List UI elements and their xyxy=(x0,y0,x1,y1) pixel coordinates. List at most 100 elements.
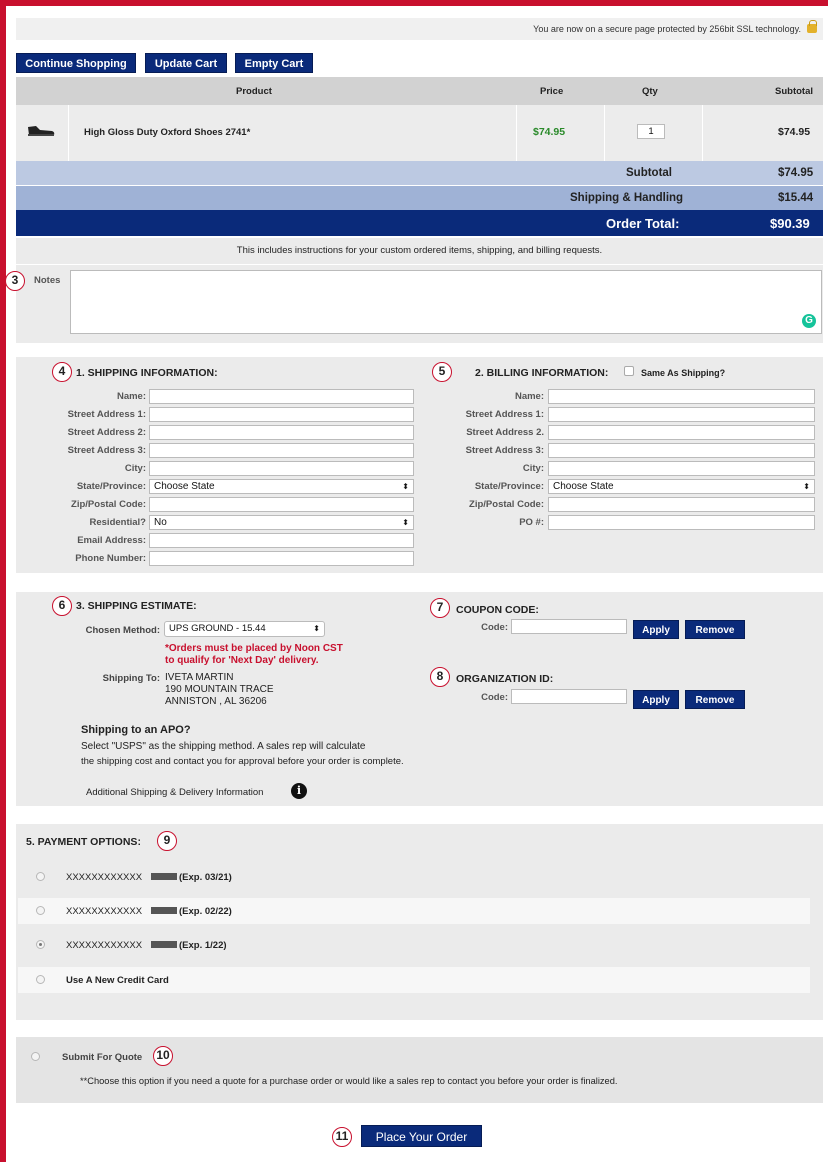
shipping-label-0: Name: xyxy=(116,391,146,402)
empty-cart-button[interactable]: Empty Cart xyxy=(235,53,313,73)
badge-8: 8 xyxy=(430,667,450,687)
cart-item-row: High Gloss Duty Oxford Shoes 2741* $74.9… xyxy=(16,105,823,161)
subtotal-row: Subtotal $74.95 xyxy=(16,161,823,185)
new-card-option[interactable]: Use A New Credit Card xyxy=(18,967,810,993)
payment-option-2[interactable]: XXXXXXXXXXXX (Exp. 1/22) xyxy=(18,932,810,958)
organization-code-input[interactable] xyxy=(511,689,627,704)
place-order-button[interactable]: Place Your Order xyxy=(361,1125,482,1147)
update-cart-button[interactable]: Update Cart xyxy=(145,53,227,73)
billing-field-5[interactable]: Choose State ⬍ xyxy=(548,479,815,494)
shipping-field-8[interactable] xyxy=(149,533,414,548)
qty-input[interactable]: 1 xyxy=(637,124,665,139)
payment-radio-0[interactable] xyxy=(36,872,45,881)
organization-title: ORGANIZATION ID: xyxy=(456,673,554,685)
product-price: $74.95 xyxy=(533,126,566,138)
card-mask: XXXXXXXXXXXX xyxy=(66,940,143,951)
shipping-field-5[interactable]: Choose State ⬍ xyxy=(149,479,414,494)
badge-3: 3 xyxy=(5,271,25,291)
billing-label-4: City: xyxy=(522,463,544,474)
billing-label-2: Street Address 2. xyxy=(466,427,544,438)
billing-field-4[interactable] xyxy=(548,461,815,476)
badge-4: 4 xyxy=(52,362,72,382)
billing-label-7: PO #: xyxy=(519,517,544,528)
residential-value: No xyxy=(154,517,167,528)
billing-field-2[interactable] xyxy=(548,425,815,440)
payment-radio-2[interactable] xyxy=(36,940,45,949)
same-as-shipping-label: Same As Shipping? xyxy=(641,368,726,378)
billing-field-3[interactable] xyxy=(548,443,815,458)
order-total-label: Order Total: xyxy=(606,216,680,231)
shipping-field-4[interactable] xyxy=(149,461,414,476)
coupon-remove-button[interactable]: Remove xyxy=(685,620,745,639)
organization-apply-button[interactable]: Apply xyxy=(633,690,679,709)
lock-icon xyxy=(807,20,817,33)
coupon-title: COUPON CODE: xyxy=(456,604,539,616)
billing-label-0: Name: xyxy=(514,391,544,402)
payment-title: 5. PAYMENT OPTIONS: xyxy=(26,836,141,848)
same-as-shipping-checkbox[interactable] xyxy=(624,366,634,376)
order-total-value: $90.39 xyxy=(770,216,810,231)
shipping-handling-row: Shipping & Handling $15.44 xyxy=(16,186,823,210)
ship-to-line-3: ANNISTON , AL 36206 xyxy=(165,696,267,707)
shipping-field-0[interactable] xyxy=(149,389,414,404)
redaction-bar xyxy=(151,873,177,880)
continue-shopping-button[interactable]: Continue Shopping xyxy=(16,53,136,73)
payment-option-1[interactable]: XXXXXXXXXXXX (Exp. 02/22) xyxy=(18,898,810,924)
billing-state-value: Choose State xyxy=(553,481,614,492)
product-subtotal: $74.95 xyxy=(778,126,811,138)
cart-table-header: Product Price Qty Subtotal xyxy=(16,77,823,105)
badge-11: 11 xyxy=(332,1127,352,1147)
coupon-code-input[interactable] xyxy=(511,619,627,634)
shipping-field-1[interactable] xyxy=(149,407,414,422)
billing-label-5: State/Province: xyxy=(474,481,544,492)
badge-7: 7 xyxy=(430,598,450,618)
new-card-radio[interactable] xyxy=(36,975,45,984)
badge-5: 5 xyxy=(432,362,452,382)
additional-shipping-info-link[interactable]: Additional Shipping & Delivery Informati… xyxy=(86,787,263,799)
shipping-field-9[interactable] xyxy=(149,551,414,566)
shipping-label-3: Street Address 3: xyxy=(67,445,146,456)
shipping-label-2: Street Address 2: xyxy=(67,427,146,438)
organization-remove-button[interactable]: Remove xyxy=(685,690,745,709)
select-arrow-icon: ⬍ xyxy=(402,482,409,491)
shipping-handling-value: $15.44 xyxy=(778,192,814,204)
header-product: Product xyxy=(236,86,272,97)
header-price: Price xyxy=(540,86,564,97)
product-name[interactable]: High Gloss Duty Oxford Shoes 2741* xyxy=(84,127,250,138)
coupon-apply-button[interactable]: Apply xyxy=(633,620,679,639)
payment-radio-1[interactable] xyxy=(36,906,45,915)
billing-field-7[interactable] xyxy=(548,515,815,530)
notes-instructions: This includes instructions for your cust… xyxy=(16,238,823,264)
shipping-field-7[interactable]: No ⬍ xyxy=(149,515,414,530)
info-icon[interactable]: i xyxy=(291,783,307,799)
notes-textarea[interactable]: G xyxy=(70,270,822,334)
shipping-field-6[interactable] xyxy=(149,497,414,512)
chosen-method-label: Chosen Method: xyxy=(85,625,160,636)
shipping-label-6: Zip/Postal Code: xyxy=(71,499,146,510)
shipping-label-5: State/Province: xyxy=(76,481,146,492)
billing-field-6[interactable] xyxy=(548,497,815,512)
badge-6: 6 xyxy=(52,596,72,616)
ship-to-line-1: IVETA MARTIN xyxy=(165,672,234,683)
card-mask: XXXXXXXXXXXX xyxy=(66,906,143,917)
shipping-field-2[interactable] xyxy=(149,425,414,440)
billing-field-0[interactable] xyxy=(548,389,815,404)
billing-label-6: Zip/Postal Code: xyxy=(469,499,544,510)
card-expiration: (Exp. 1/22) xyxy=(179,940,227,951)
shipping-method-value: UPS GROUND - 15.44 xyxy=(169,623,266,634)
shipping-to-label: Shipping To: xyxy=(102,673,160,684)
secure-notice: You are now on a secure page protected b… xyxy=(16,18,823,40)
select-arrow-icon: ⬍ xyxy=(313,624,320,633)
header-qty: Qty xyxy=(642,86,658,97)
billing-field-1[interactable] xyxy=(548,407,815,422)
subtotal-value: $74.95 xyxy=(778,167,814,179)
billing-info-title: 2. BILLING INFORMATION: xyxy=(475,367,609,379)
grammarly-icon[interactable]: G xyxy=(802,314,816,328)
shipping-field-3[interactable] xyxy=(149,443,414,458)
shipping-method-select[interactable]: UPS GROUND - 15.44 ⬍ xyxy=(164,621,325,637)
payment-option-0[interactable]: XXXXXXXXXXXX (Exp. 03/21) xyxy=(18,864,810,890)
card-expiration: (Exp. 02/22) xyxy=(179,906,232,917)
submit-quote-radio[interactable] xyxy=(31,1052,40,1061)
card-mask: XXXXXXXXXXXX xyxy=(66,872,143,883)
secure-notice-text: You are now on a secure page protected b… xyxy=(533,24,801,34)
